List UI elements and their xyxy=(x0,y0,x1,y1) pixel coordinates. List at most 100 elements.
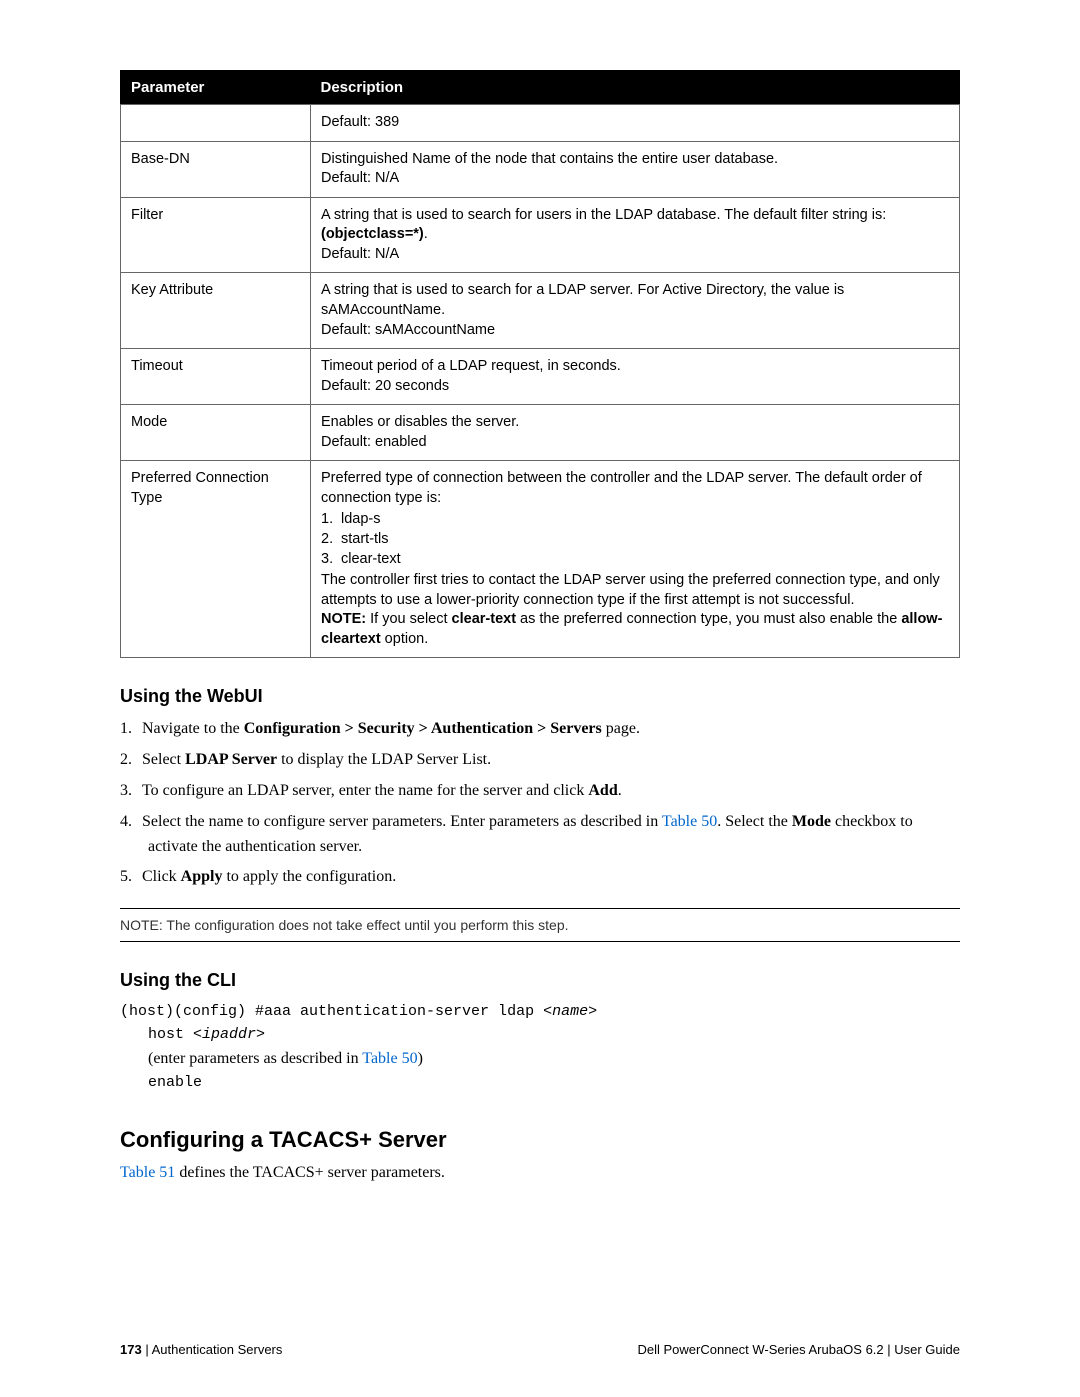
param-cell: Key Attribute xyxy=(121,273,311,349)
desc-note-label: NOTE: xyxy=(321,611,366,627)
list-num: 2. xyxy=(321,530,341,550)
list-num: 1. xyxy=(321,510,341,530)
connection-type-list: 1.ldap-s 2.start-tls 3.clear-text xyxy=(321,510,949,569)
step-item: 2.Select LDAP Server to display the LDAP… xyxy=(120,748,960,773)
heading-configuring-tacacs: Configuring a TACACS+ Server xyxy=(120,1127,960,1153)
col-header-description: Description xyxy=(311,71,960,105)
step-text: to display the LDAP Server List. xyxy=(277,751,491,768)
step-text: . xyxy=(618,782,622,799)
cli-code-block: enable xyxy=(148,1072,960,1095)
desc-cell: Distinguished Name of the node that cont… xyxy=(311,141,960,197)
desc-text: Default: enabled xyxy=(321,434,427,450)
step-text-strong: Add xyxy=(588,782,617,799)
param-cell: Base-DN xyxy=(121,141,311,197)
step-text: Select xyxy=(142,751,185,768)
footer-section: Authentication Servers xyxy=(152,1342,283,1357)
desc-text: as the preferred connection type, you mu… xyxy=(516,611,901,627)
note-box: NOTE: The configuration does not take ef… xyxy=(120,908,960,942)
table-row: Mode Enables or disables the server. Def… xyxy=(121,405,960,461)
step-num: 2. xyxy=(120,748,142,773)
step-item: 5.Click Apply to apply the configuration… xyxy=(120,865,960,890)
cli-placeholder: <name> xyxy=(543,1003,597,1020)
param-cell: Timeout xyxy=(121,349,311,405)
cli-paren-text: ) xyxy=(418,1050,423,1067)
step-text: Navigate to the xyxy=(142,720,244,737)
cli-paren-text: (enter parameters as described in xyxy=(148,1050,362,1067)
desc-text: A string that is used to search for user… xyxy=(321,207,886,223)
step-item: 4.Select the name to configure server pa… xyxy=(120,810,960,860)
note-text: NOTE: The configuration does not take ef… xyxy=(120,917,569,933)
step-text-strong: Configuration > Security > Authenticatio… xyxy=(244,720,602,737)
desc-text: A string that is used to search for a LD… xyxy=(321,282,844,318)
heading-using-webui: Using the WebUI xyxy=(120,686,960,707)
step-text: Click xyxy=(142,868,181,885)
table-row: Default: 389 xyxy=(121,105,960,142)
step-text-strong: Mode xyxy=(792,813,831,830)
param-cell: Filter xyxy=(121,197,311,273)
desc-text: option. xyxy=(381,631,429,647)
param-cell: Preferred Connection Type xyxy=(121,461,311,658)
desc-text: Distinguished Name of the node that cont… xyxy=(321,151,778,167)
table-row: Preferred Connection Type Preferred type… xyxy=(121,461,960,658)
footer-product: Dell PowerConnect W-Series ArubaOS 6.2 |… xyxy=(638,1342,961,1357)
desc-text: Timeout period of a LDAP request, in sec… xyxy=(321,358,621,374)
table-row: Timeout Timeout period of a LDAP request… xyxy=(121,349,960,405)
table-row: Filter A string that is used to search f… xyxy=(121,197,960,273)
desc-text: Default: 20 seconds xyxy=(321,378,449,394)
link-table-50[interactable]: Table 50 xyxy=(362,1050,417,1067)
desc-text-strong: (objectclass=*) xyxy=(321,226,424,242)
step-num: 4. xyxy=(120,810,142,835)
desc-cell: A string that is used to search for a LD… xyxy=(311,273,960,349)
desc-text: Default: sAMAccountName xyxy=(321,322,495,338)
desc-cell: Preferred type of connection between the… xyxy=(311,461,960,658)
desc-text: Default: N/A xyxy=(321,246,399,262)
list-text: start-tls xyxy=(341,531,389,547)
desc-cell: Timeout period of a LDAP request, in sec… xyxy=(311,349,960,405)
desc-text: The controller first tries to contact th… xyxy=(321,572,940,608)
cli-code-block: (host)(config) #aaa authentication-serve… xyxy=(120,1001,960,1046)
list-num: 3. xyxy=(321,550,341,570)
desc-cell: A string that is used to search for user… xyxy=(311,197,960,273)
desc-text: . xyxy=(424,226,428,242)
step-num: 3. xyxy=(120,779,142,804)
step-text-strong: LDAP Server xyxy=(185,751,277,768)
cli-text: host xyxy=(148,1026,193,1043)
cli-text: enable xyxy=(148,1074,202,1091)
desc-text-strong: clear-text xyxy=(452,611,516,627)
table-row: Key Attribute A string that is used to s… xyxy=(121,273,960,349)
step-text: Select the name to configure server para… xyxy=(142,813,662,830)
list-text: clear-text xyxy=(341,551,401,567)
desc-text: Default: N/A xyxy=(321,170,399,186)
page-footer: 173 | Authentication Servers Dell PowerC… xyxy=(120,1342,960,1357)
step-item: 1.Navigate to the Configuration > Securi… xyxy=(120,717,960,742)
link-table-50[interactable]: Table 50 xyxy=(662,813,717,830)
link-table-51[interactable]: Table 51 xyxy=(120,1164,175,1181)
heading-using-cli: Using the CLI xyxy=(120,970,960,991)
step-text: page. xyxy=(602,720,640,737)
webui-steps: 1.Navigate to the Configuration > Securi… xyxy=(120,717,960,890)
desc-cell: Default: 389 xyxy=(311,105,960,142)
param-cell xyxy=(121,105,311,142)
cli-text: (host)(config) #aaa authentication-serve… xyxy=(120,1003,543,1020)
step-text-strong: Apply xyxy=(181,868,223,885)
step-text: to apply the configuration. xyxy=(222,868,396,885)
parameter-table: Parameter Description Default: 389 Base-… xyxy=(120,70,960,658)
desc-text: Enables or disables the server. xyxy=(321,414,519,430)
desc-text: Preferred type of connection between the… xyxy=(321,470,922,506)
para-text: defines the TACACS+ server parameters. xyxy=(175,1164,445,1181)
desc-text: If you select xyxy=(366,611,451,627)
footer-sep: | xyxy=(142,1342,152,1357)
col-header-parameter: Parameter xyxy=(121,71,311,105)
step-item: 3.To configure an LDAP server, enter the… xyxy=(120,779,960,804)
cli-placeholder: <ipaddr> xyxy=(193,1026,265,1043)
step-num: 1. xyxy=(120,717,142,742)
page-number: 173 xyxy=(120,1342,142,1357)
step-text: . Select the xyxy=(717,813,792,830)
step-num: 5. xyxy=(120,865,142,890)
table-row: Base-DN Distinguished Name of the node t… xyxy=(121,141,960,197)
desc-cell: Enables or disables the server. Default:… xyxy=(311,405,960,461)
list-text: ldap-s xyxy=(341,511,381,527)
tacacs-paragraph: Table 51 defines the TACACS+ server para… xyxy=(120,1161,960,1185)
step-text: To configure an LDAP server, enter the n… xyxy=(142,782,588,799)
param-cell: Mode xyxy=(121,405,311,461)
